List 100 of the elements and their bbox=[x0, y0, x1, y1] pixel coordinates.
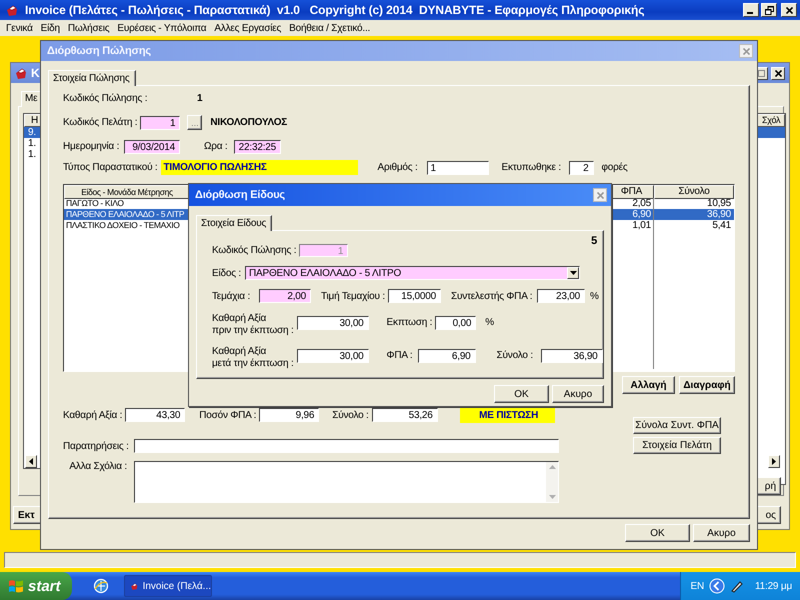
cancel-button[interactable]: Ακυρο bbox=[552, 385, 604, 403]
language-indicator[interactable]: EN bbox=[690, 580, 704, 592]
scroll-right-button[interactable] bbox=[768, 455, 780, 468]
start-button[interactable]: start bbox=[0, 572, 72, 600]
field-label: Καθαρή Αξία μετά την έκπτωση : bbox=[212, 346, 294, 370]
button[interactable]: Αλλαγή bbox=[622, 376, 675, 394]
field-label: φορές bbox=[602, 162, 628, 173]
window-title: Invoice (Πελάτες - Πωλήσεις - Παραστατικά) v1.0 Copyright (c) 2014 DYNABYTE - Εφαρμογές Πληροφορικής bbox=[25, 3, 644, 17]
table-cell[interactable]: 10,95 bbox=[654, 198, 734, 209]
text-field[interactable]: 23,00 bbox=[537, 289, 585, 303]
scroll-left-button[interactable] bbox=[25, 455, 37, 468]
dropdown-button[interactable] bbox=[567, 267, 579, 279]
text-field[interactable]: 6,90 bbox=[418, 349, 476, 363]
menu-item[interactable]: Πωλήσεις bbox=[64, 22, 114, 34]
left-arrow-icon bbox=[29, 458, 33, 465]
column-header[interactable]: Είδος - Μονάδα Μέτρησης bbox=[64, 185, 190, 199]
text-field[interactable]: 30,00 bbox=[296, 349, 369, 363]
tab[interactable]: Στοιχεία Πώλησης bbox=[48, 70, 136, 86]
window-title: Διόρθωση Είδους bbox=[195, 189, 285, 201]
pen-icon bbox=[730, 579, 744, 593]
restore-icon bbox=[764, 6, 774, 14]
menu-item[interactable]: Γενικά bbox=[2, 22, 37, 34]
text-area[interactable] bbox=[134, 461, 559, 503]
button[interactable]: Σύνολα Συντ. ΦΠΑ bbox=[633, 417, 721, 434]
table-cell[interactable]: 1,01 bbox=[609, 220, 654, 231]
text-field[interactable]: 1 bbox=[140, 116, 180, 130]
column-header[interactable]: Σύνολο bbox=[654, 185, 734, 199]
field-label: % bbox=[485, 317, 494, 329]
window-title: Διόρθωση Πώλησης bbox=[47, 45, 151, 57]
text-field[interactable]: 1 bbox=[426, 160, 488, 174]
button[interactable]: Διαγραφή bbox=[679, 376, 735, 394]
menu-item[interactable]: Ευρέσεις - Υπόλοιπα bbox=[113, 22, 210, 34]
field-label: Ωρα : bbox=[204, 141, 229, 152]
field-label: Καθαρή Αξία : bbox=[63, 410, 122, 420]
text-field[interactable]: 30,00 bbox=[296, 316, 369, 330]
text-field[interactable]: 22:32:25 bbox=[234, 140, 281, 154]
counter-text: 5 bbox=[591, 235, 597, 247]
field-label: Σύνολο : bbox=[496, 350, 534, 362]
field-label: ΦΠΑ : bbox=[386, 350, 414, 362]
button[interactable]: Στοιχεία Πελάτη bbox=[633, 437, 721, 454]
close-icon bbox=[596, 192, 604, 198]
field-label: Σύνολο : bbox=[332, 410, 369, 420]
document-type-field: ΤΙΜΟΛΟΓΙΟ ΠΩΛΗΣΗΣ bbox=[160, 160, 358, 175]
text-field[interactable]: 15,0000 bbox=[388, 289, 441, 303]
field-label: Είδος : bbox=[212, 268, 242, 278]
field-label: Κωδικός Πώλησης : bbox=[212, 245, 296, 256]
field-label: Τεμάχια : bbox=[212, 290, 252, 302]
clock: 11:29 μμ bbox=[755, 580, 792, 592]
close-icon bbox=[742, 48, 750, 54]
field-label: % bbox=[590, 290, 599, 302]
dropdown[interactable]: ΠΑΡΘΕΝΟ ΕΛΑΙΟΛΑΔΟ - 5 ΛΙΤΡΟ bbox=[245, 266, 580, 280]
field-label: Ημερομηνία : bbox=[63, 141, 120, 152]
field-label: Παρατηρήσεις : bbox=[63, 440, 130, 452]
field-label: Ποσόν ΦΠΑ : bbox=[199, 410, 256, 420]
field-label: Συντελεστής ΦΠΑ : bbox=[451, 290, 534, 302]
text-field[interactable]: 9/03/2014 bbox=[124, 140, 180, 154]
text-field[interactable]: 43,30 bbox=[125, 408, 186, 422]
table-cell[interactable]: ΠΑΓΩΤΟ - ΚΙΛΟ bbox=[64, 198, 190, 209]
down-arrow-icon bbox=[548, 495, 556, 499]
window-title: Κ bbox=[31, 66, 40, 80]
menu-item[interactable]: Είδη bbox=[36, 22, 64, 34]
right-arrow-icon bbox=[772, 458, 776, 465]
app-icon bbox=[14, 66, 28, 80]
text-field[interactable]: 36,90 bbox=[540, 349, 603, 363]
field-label: Τύπος Παραστατικού : bbox=[63, 162, 158, 173]
text-field[interactable] bbox=[134, 439, 559, 453]
text-field[interactable]: 2,00 bbox=[259, 289, 311, 303]
field-label: Κωδικός Πώλησης : bbox=[63, 92, 148, 104]
table-cell[interactable]: 5,41 bbox=[654, 220, 734, 231]
scrollbar[interactable] bbox=[546, 462, 558, 502]
field-label: Τιμή Τεμαχίου : bbox=[321, 290, 385, 302]
text-field[interactable]: 2 bbox=[568, 160, 594, 174]
dropdown-value: ΠΑΡΘΕΝΟ ΕΛΑΙΟΛΑΔΟ - 5 ΛΙΤΡΟ bbox=[248, 268, 402, 278]
expand-icon bbox=[709, 578, 726, 594]
ok-button[interactable]: OK bbox=[494, 385, 549, 403]
payment-field: ΜΕ ΠΙΣΤΩΣΗ bbox=[460, 408, 555, 422]
text-field[interactable]: 0,00 bbox=[435, 316, 476, 330]
table-cell[interactable]: ΠΑΡΘΕΝΟ ΕΛΑΙΟΛΑΔΟ - 5 ΛΙΤΡ bbox=[64, 209, 190, 220]
table-cell[interactable]: 36,90 bbox=[654, 209, 734, 220]
maximize-icon bbox=[758, 70, 764, 76]
close-icon bbox=[774, 70, 782, 76]
restore-button[interactable] bbox=[761, 3, 777, 17]
table-cell[interactable]: 2,05 bbox=[609, 198, 654, 209]
tab[interactable]: Στοιχεία Είδους bbox=[196, 215, 272, 231]
text-field[interactable]: 9,96 bbox=[259, 408, 320, 422]
ok-button[interactable]: OK bbox=[625, 524, 690, 542]
menu-item[interactable]: Βοήθεια / Σχετικό... bbox=[285, 22, 374, 34]
field-label: Καθαρή Αξία πριν την έκπτωση : bbox=[212, 313, 294, 337]
close-icon bbox=[786, 6, 792, 14]
field-label: Αριθμός : bbox=[378, 162, 419, 173]
taskbar-button[interactable]: Invoice (Πελά... bbox=[124, 575, 212, 597]
field-label: Αλλα Σχόλια : bbox=[68, 461, 128, 472]
cancel-button[interactable]: Ακυρο bbox=[693, 524, 750, 542]
field-label: Εκπτωση : bbox=[386, 317, 432, 329]
up-arrow-icon bbox=[548, 465, 556, 469]
text-field[interactable]: 53,26 bbox=[372, 408, 438, 422]
menu-item[interactable]: Αλλες Εργασίες bbox=[210, 22, 286, 34]
minimize-button[interactable] bbox=[743, 3, 759, 17]
customer-name: ΝΙΚΟΛΟΠΟΥΛΟΣ bbox=[210, 117, 288, 128]
table-cell[interactable]: ΠΛΑΣΤΙΚΟ ΔΟΧΕΙΟ - ΤΕΜΑΧΙΟ bbox=[64, 220, 190, 231]
